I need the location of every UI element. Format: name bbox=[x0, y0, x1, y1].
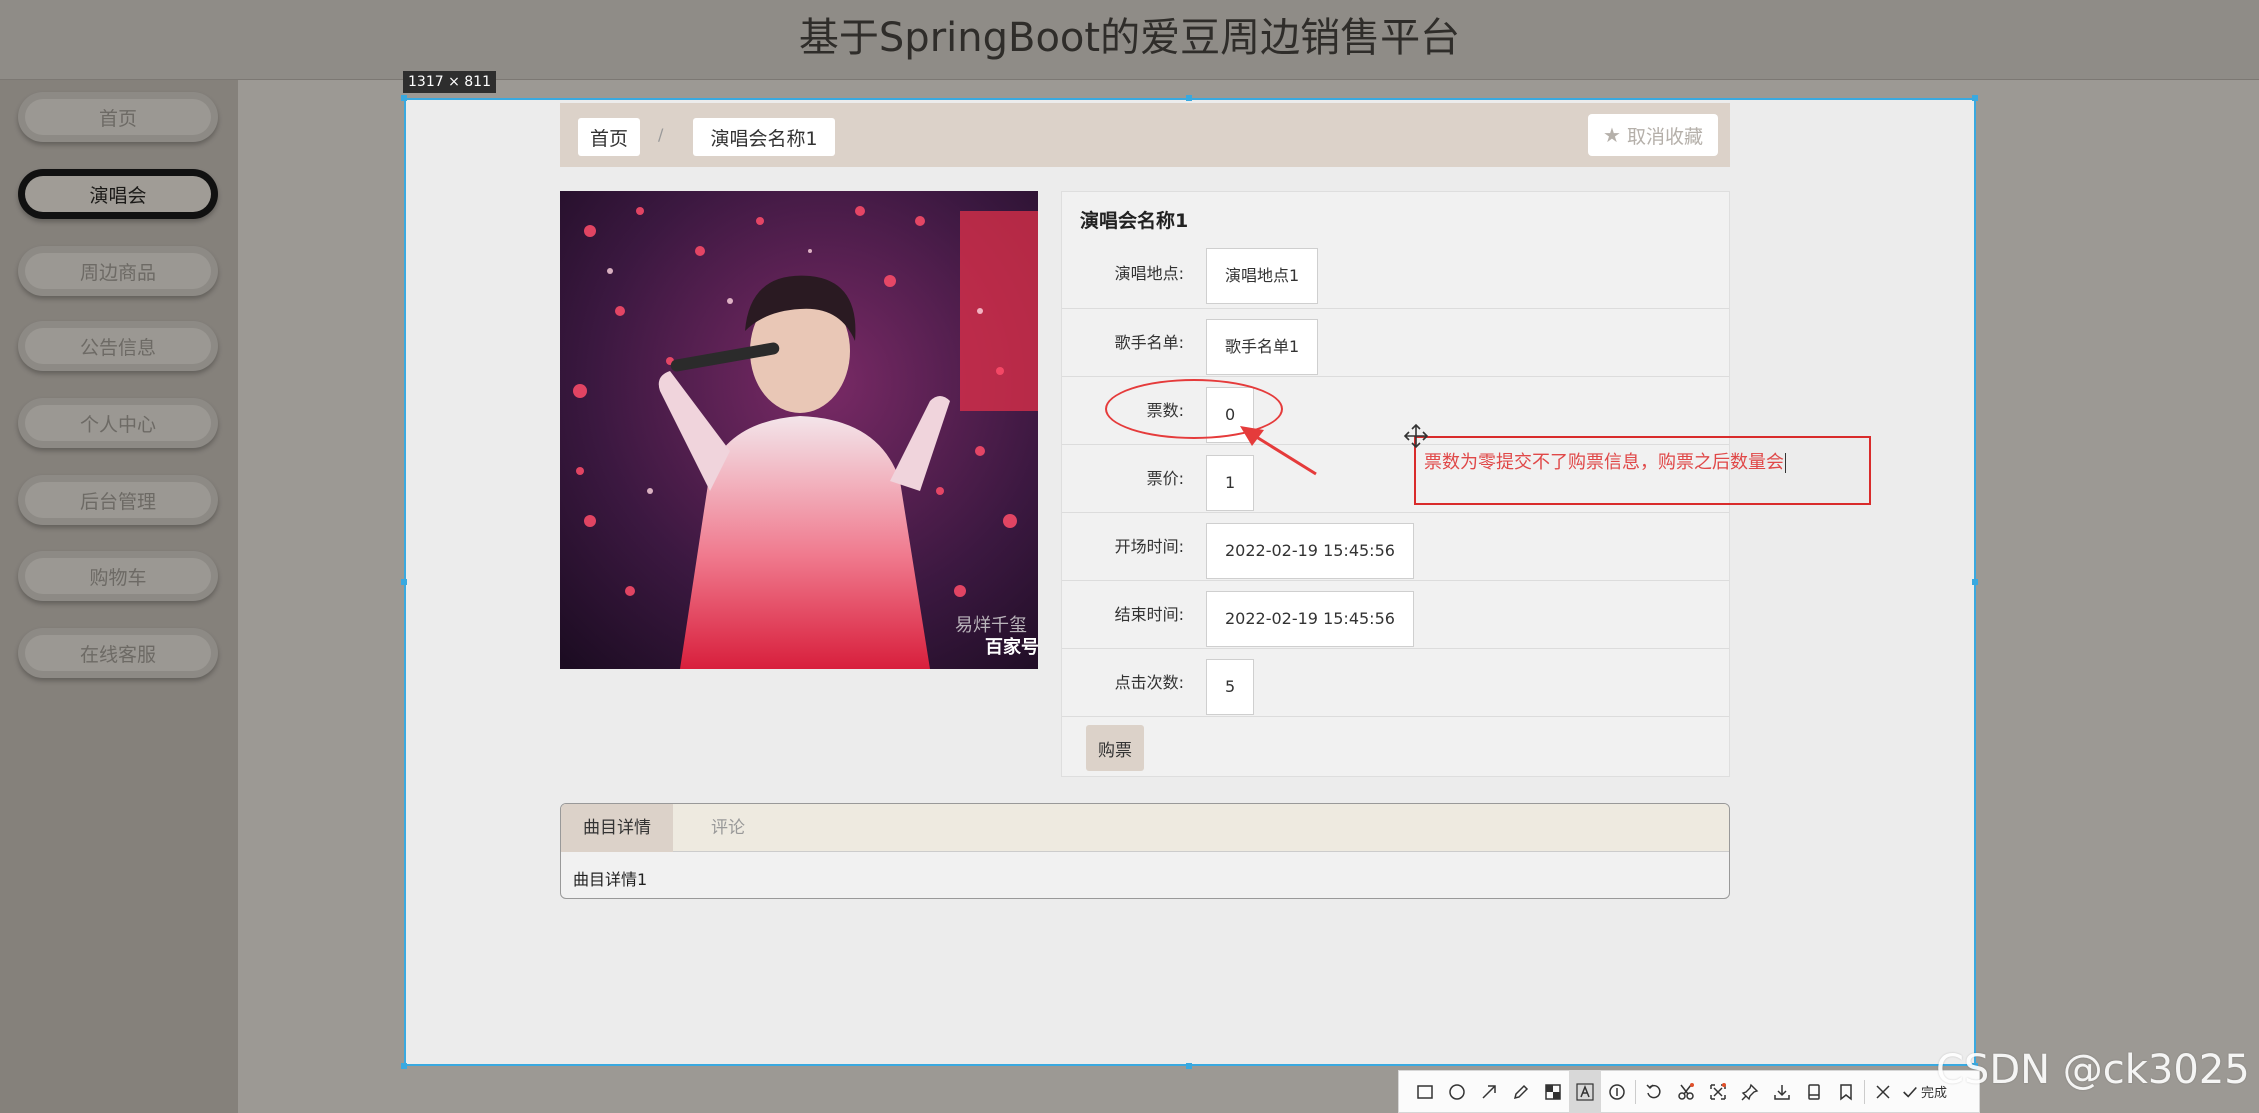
sidebar: 首页 演唱会 周边商品 公告信息 个人中心 后台管理 购物车 在线客服 bbox=[0, 80, 238, 1113]
field-value: 2022-02-19 15:45:56 bbox=[1206, 591, 1414, 647]
sidebar-item-notice[interactable]: 公告信息 bbox=[18, 321, 218, 371]
toolbar-separator bbox=[1864, 1079, 1865, 1104]
resize-handle[interactable] bbox=[1186, 1063, 1192, 1069]
download-icon[interactable] bbox=[1766, 1070, 1798, 1113]
sidebar-item-support[interactable]: 在线客服 bbox=[18, 628, 218, 678]
tab-comments[interactable]: 评论 bbox=[673, 804, 783, 852]
app-title: 基于SpringBoot的爱豆周边销售平台 bbox=[798, 15, 1461, 61]
capture-size-label: 1317 × 811 bbox=[403, 71, 496, 93]
breadcrumb: 首页 / 演唱会名称1 ★ 取消收藏 bbox=[560, 103, 1730, 167]
undo-icon[interactable] bbox=[1638, 1070, 1670, 1113]
field-row-venue: 演唱地点: 演唱地点1 bbox=[1062, 240, 1729, 308]
sidebar-item-label: 后台管理 bbox=[25, 482, 211, 518]
rectangle-icon[interactable] bbox=[1409, 1070, 1441, 1113]
sidebar-item-concert[interactable]: 演唱会 bbox=[18, 169, 218, 219]
resize-handle[interactable] bbox=[1186, 95, 1192, 101]
ocr-icon[interactable] bbox=[1670, 1070, 1702, 1113]
field-value: 5 bbox=[1206, 659, 1255, 715]
field-row-start-time: 开场时间: 2022-02-19 15:45:56 bbox=[1062, 512, 1729, 580]
svg-text:易烊千玺: 易烊千玺 bbox=[955, 615, 1027, 636]
field-label: 歌手名单: bbox=[1114, 333, 1184, 352]
field-value: 2022-02-19 15:45:56 bbox=[1206, 523, 1414, 579]
field-row-clicks: 点击次数: 5 bbox=[1062, 648, 1729, 716]
sidebar-item-label: 个人中心 bbox=[25, 405, 211, 441]
field-label: 结束时间: bbox=[1114, 605, 1184, 624]
breadcrumb-separator: / bbox=[658, 125, 664, 144]
field-label: 演唱地点: bbox=[1114, 264, 1184, 283]
sidebar-item-profile[interactable]: 个人中心 bbox=[18, 398, 218, 448]
resize-handle[interactable] bbox=[1972, 95, 1978, 101]
buy-row bbox=[1062, 716, 1729, 778]
resize-handle[interactable] bbox=[401, 1063, 407, 1069]
translate-icon[interactable] bbox=[1702, 1070, 1734, 1113]
pin-icon[interactable] bbox=[1734, 1070, 1766, 1113]
text-icon[interactable] bbox=[1569, 1070, 1601, 1113]
watermark: CSDN @ck3025 bbox=[1936, 1047, 2250, 1093]
buy-ticket-button[interactable]: 购票 bbox=[1086, 725, 1144, 771]
resize-handle[interactable] bbox=[401, 579, 407, 585]
unfavorite-button[interactable]: ★ 取消收藏 bbox=[1588, 114, 1718, 156]
sidebar-item-label: 演唱会 bbox=[25, 176, 211, 212]
sidebar-item-cart[interactable]: 购物车 bbox=[18, 551, 218, 601]
toolbar-separator bbox=[1635, 1079, 1636, 1104]
annotation-textbox[interactable]: 票数为零提交不了购票信息，购票之后数量会 bbox=[1414, 436, 1871, 505]
breadcrumb-home[interactable]: 首页 bbox=[578, 118, 640, 156]
star-icon: ★ bbox=[1603, 123, 1621, 147]
sidebar-item-merch[interactable]: 周边商品 bbox=[18, 246, 218, 296]
mosaic-icon[interactable] bbox=[1537, 1070, 1569, 1113]
sidebar-item-label: 周边商品 bbox=[25, 253, 211, 289]
capture-toolbar: 完成 bbox=[1398, 1070, 1980, 1113]
unfavorite-label: 取消收藏 bbox=[1626, 125, 1703, 148]
cancel-icon[interactable] bbox=[1867, 1070, 1899, 1113]
field-label: 票价: bbox=[1146, 469, 1184, 488]
resize-handle[interactable] bbox=[1972, 579, 1978, 585]
field-value: 歌手名单1 bbox=[1206, 319, 1319, 375]
concert-image: 易烊千玺 百家号 bbox=[560, 191, 1038, 669]
bookmark-icon[interactable] bbox=[1830, 1070, 1862, 1113]
field-row-singers: 歌手名单: 歌手名单1 bbox=[1062, 308, 1729, 376]
sidebar-item-home[interactable]: 首页 bbox=[18, 92, 218, 142]
sidebar-item-admin[interactable]: 后台管理 bbox=[18, 475, 218, 525]
move-icon[interactable] bbox=[1403, 423, 1429, 449]
tab-bar: 曲目详情 评论 bbox=[561, 804, 1729, 852]
field-row-end-time: 结束时间: 2022-02-19 15:45:56 bbox=[1062, 580, 1729, 648]
sidebar-item-label: 公告信息 bbox=[25, 328, 211, 364]
field-value: 演唱地点1 bbox=[1206, 248, 1319, 304]
field-label: 点击次数: bbox=[1114, 673, 1184, 692]
field-label: 开场时间: bbox=[1114, 537, 1184, 556]
detail-tabs: 曲目详情 评论 曲目详情1 bbox=[560, 803, 1730, 899]
tab-song-details[interactable]: 曲目详情 bbox=[561, 804, 673, 852]
sidebar-item-label: 首页 bbox=[25, 99, 211, 135]
ellipse-icon[interactable] bbox=[1441, 1070, 1473, 1113]
sidebar-item-label: 在线客服 bbox=[25, 635, 211, 671]
svg-text:百家号: 百家号 bbox=[985, 636, 1038, 658]
sidebar-item-label: 购物车 bbox=[25, 558, 211, 594]
breadcrumb-current[interactable]: 演唱会名称1 bbox=[693, 118, 835, 156]
arrow-icon[interactable] bbox=[1473, 1070, 1505, 1113]
annotation-text: 票数为零提交不了购票信息，购票之后数量会 bbox=[1424, 452, 1786, 473]
resize-handle[interactable] bbox=[401, 95, 407, 101]
number-icon[interactable] bbox=[1601, 1070, 1633, 1113]
tab-content: 曲目详情1 bbox=[573, 870, 648, 889]
save-icon[interactable] bbox=[1798, 1070, 1830, 1113]
annotation-arrow[interactable] bbox=[1230, 420, 1320, 480]
pencil-icon[interactable] bbox=[1505, 1070, 1537, 1113]
confirm-icon bbox=[1903, 1086, 1917, 1098]
concert-title: 演唱会名称1 bbox=[1080, 210, 1189, 232]
